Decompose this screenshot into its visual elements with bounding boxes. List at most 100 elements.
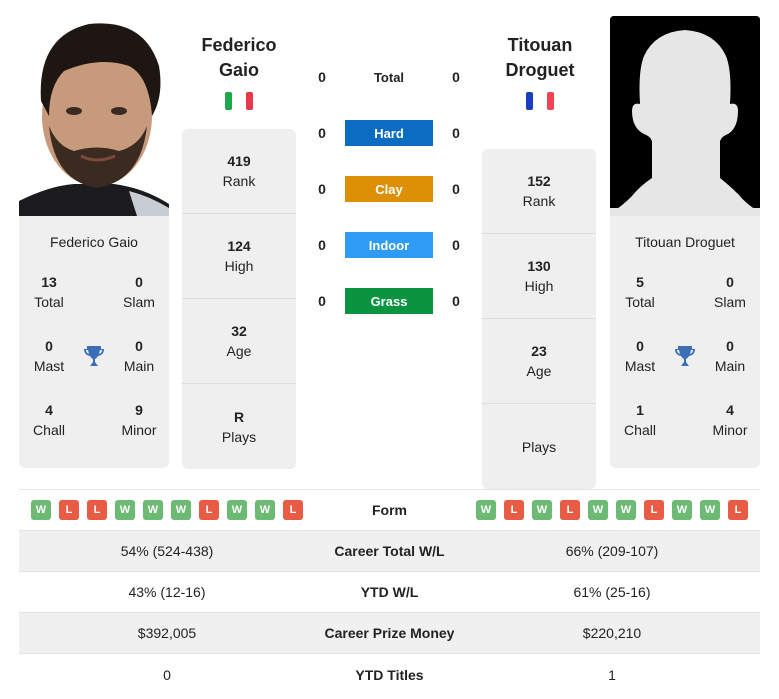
h2h-p1-value: 0: [318, 69, 326, 85]
player1-stat-rank: 419 Rank: [182, 129, 296, 214]
form-badge-win[interactable]: W: [227, 500, 247, 520]
h2h-p2-value: 0: [452, 69, 460, 85]
player2-first-name: Titouan: [507, 35, 573, 55]
form-badge-win[interactable]: W: [171, 500, 191, 520]
value: 1: [636, 402, 644, 418]
player2-value: 66% (209-107): [565, 543, 659, 559]
label: Rank: [222, 173, 256, 189]
form-badge-loss[interactable]: L: [504, 500, 524, 520]
player1-titles-total: 13 Total: [19, 272, 79, 312]
row-label: Career Prize Money: [324, 625, 455, 641]
form-badge-loss[interactable]: L: [59, 500, 79, 520]
label: Rank: [522, 193, 556, 209]
h2h-label-indoor[interactable]: Indoor: [345, 232, 433, 258]
h2h-p1-value: 0: [318, 237, 326, 253]
player2-name-heading[interactable]: Titouan Droguet: [475, 33, 605, 83]
player1-titles-slam: 0 Slam: [109, 272, 169, 312]
form-badge-win[interactable]: W: [700, 500, 720, 520]
h2h-label-hard[interactable]: Hard: [345, 120, 433, 146]
player1-first-name: Federico: [201, 35, 277, 55]
value: R: [233, 408, 245, 425]
player2-value: $220,210: [582, 625, 642, 641]
player1-last-name: Gaio: [218, 60, 259, 80]
player1-value: $392,005: [137, 625, 197, 641]
form-badge-win[interactable]: W: [31, 500, 51, 520]
player1-titles-mast: 0 Mast: [19, 336, 79, 376]
player2-silhouette-image: [610, 16, 760, 216]
h2h-row-hard: 0 Hard 0: [310, 120, 470, 146]
value: 130: [527, 258, 551, 274]
form-badge-loss[interactable]: L: [560, 500, 580, 520]
form-row: WLLWWWLWWL Form WLWLWWLWWL: [19, 490, 760, 531]
player2-info-card: Titouan Droguet 5 Total 0 Slam 0 Mast 0 Main…: [610, 216, 760, 468]
player2-form: WLWLWWLWWL: [464, 500, 760, 520]
form-badge-win[interactable]: W: [143, 500, 163, 520]
player1-info-card: Federico Gaio 13 Total 0 Slam 0 Mast 0 Main …: [19, 216, 169, 468]
value: 0: [45, 338, 53, 354]
player2-stat-high: 130 High: [482, 234, 596, 319]
player1-form: WLLWWWLWWL: [19, 500, 315, 520]
france-flag-icon: [526, 92, 555, 110]
player2-titles-main: 0 Main: [700, 336, 760, 376]
h2h-p2-value: 0: [452, 293, 460, 309]
player2-stat-age: 23 Age: [482, 319, 596, 404]
value: 124: [227, 238, 251, 254]
value: 0: [726, 274, 734, 290]
table-row: 54% (524-438) Career Total W/L 66% (209-…: [19, 531, 760, 572]
label: Age: [526, 363, 552, 379]
player2-stats: 152 Rank 130 High 23 Age Plays: [482, 149, 596, 489]
label: Slam: [714, 294, 746, 310]
value: 0: [636, 338, 644, 354]
table-row: $392,005 Career Prize Money $220,210: [19, 613, 760, 654]
player2-last-name: Droguet: [505, 60, 575, 80]
label: Slam: [123, 294, 155, 310]
form-badge-loss[interactable]: L: [199, 500, 219, 520]
form-badge-win[interactable]: W: [476, 500, 496, 520]
form-badge-win[interactable]: W: [532, 500, 552, 520]
h2h-row-indoor: 0 Indoor 0: [310, 232, 470, 258]
player1-stat-high: 124 High: [182, 214, 296, 299]
player2-titles-slam: 0 Slam: [700, 272, 760, 312]
value: 5: [636, 274, 644, 290]
value: 4: [726, 402, 734, 418]
form-badge-win[interactable]: W: [115, 500, 135, 520]
player1-photo: [19, 16, 169, 216]
label: Plays: [521, 438, 557, 455]
row-label: YTD W/L: [360, 584, 419, 600]
form-label: Form: [372, 502, 407, 518]
label: Mast: [33, 358, 65, 374]
form-badge-win[interactable]: W: [255, 500, 275, 520]
value: 0: [135, 274, 143, 290]
h2h-p2-value: 0: [452, 237, 460, 253]
form-badge-win[interactable]: W: [616, 500, 636, 520]
player2-titles-mast: 0 Mast: [610, 336, 670, 376]
h2h-label-total[interactable]: Total: [345, 64, 433, 90]
form-badge-loss[interactable]: L: [644, 500, 664, 520]
form-badge-win[interactable]: W: [672, 500, 692, 520]
h2h-row-clay: 0 Clay 0: [310, 176, 470, 202]
value: 152: [527, 173, 551, 189]
table-row: 0 YTD Titles 1: [19, 654, 760, 695]
form-badge-loss[interactable]: L: [283, 500, 303, 520]
player1-titles-minor: 9 Minor: [109, 400, 169, 440]
player1-value: 54% (524-438): [120, 543, 214, 559]
h2h-p1-value: 0: [318, 293, 326, 309]
form-badge-loss[interactable]: L: [87, 500, 107, 520]
player2-value: 1: [608, 666, 616, 683]
label: Minor: [121, 422, 157, 438]
player2-card-name: Titouan Droguet: [635, 234, 735, 250]
label: Chall: [624, 422, 656, 438]
player1-portrait-image: [19, 16, 169, 216]
h2h-label-grass[interactable]: Grass: [345, 288, 433, 314]
player1-value: 0: [163, 666, 171, 683]
label: Age: [226, 343, 252, 359]
player2-stat-plays: Plays: [482, 404, 596, 489]
label: Chall: [33, 422, 65, 438]
player1-name-heading[interactable]: Federico Gaio: [174, 33, 304, 83]
value: 13: [41, 274, 57, 290]
player1-titles-main: 0 Main: [109, 336, 169, 376]
h2h-label-clay[interactable]: Clay: [345, 176, 433, 202]
form-badge-win[interactable]: W: [588, 500, 608, 520]
row-label: YTD Titles: [355, 666, 424, 683]
form-badge-loss[interactable]: L: [728, 500, 748, 520]
